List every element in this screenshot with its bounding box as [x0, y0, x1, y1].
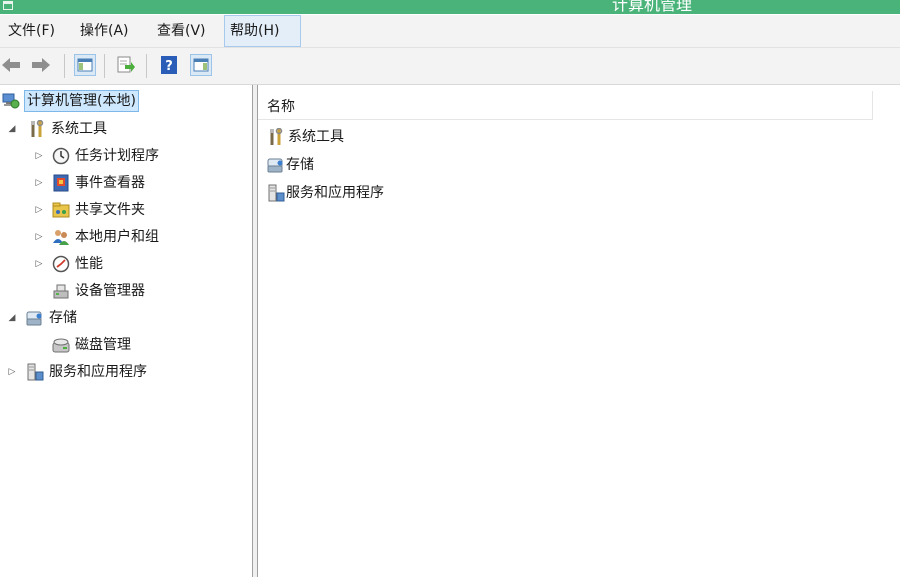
tree-item-system-tools[interactable]: ◢ 系统工具 [0, 117, 250, 141]
navigation-tree[interactable]: 计算机管理(本地) ◢ 系统工具 ▷ 任务计划程序 ▷ 事件查看器 ▷ 共享文件… [0, 85, 253, 577]
computer-management-icon [2, 92, 20, 110]
tree-item-device-manager[interactable]: 设备管理器 [0, 279, 250, 303]
collapsed-arrow-icon[interactable]: ▷ [33, 198, 45, 222]
shared-folders-icon [52, 201, 70, 219]
list-item-system-tools[interactable]: 系统工具 [267, 124, 344, 150]
window-title: 计算机管理 [612, 0, 693, 14]
details-list[interactable]: 名称 系统工具 存储 服务和应用程序 [258, 85, 900, 577]
collapsed-arrow-icon[interactable]: ▷ [33, 144, 45, 168]
export-list-icon[interactable] [114, 54, 136, 76]
toolbar-separator [146, 54, 147, 78]
disk-management-icon [52, 336, 70, 354]
services-applications-icon [26, 363, 44, 381]
window-system-icon[interactable] [3, 1, 13, 10]
expanded-arrow-icon[interactable]: ◢ [6, 117, 18, 141]
tree-item-disk-management[interactable]: 磁盘管理 [0, 333, 250, 357]
menu-help[interactable]: 帮助(H) [224, 15, 301, 47]
storage-icon [26, 309, 44, 327]
back-icon[interactable] [0, 54, 22, 76]
svg-text:?: ? [165, 59, 173, 74]
performance-icon [52, 255, 70, 273]
device-manager-icon [52, 282, 70, 300]
menu-file[interactable]: 文件(F) [3, 15, 60, 47]
help-icon[interactable]: ? [158, 54, 180, 76]
tree-item-local-users-groups[interactable]: ▷ 本地用户和组 [0, 225, 250, 249]
local-users-groups-icon [52, 228, 70, 246]
tree-item-task-scheduler[interactable]: ▷ 任务计划程序 [0, 144, 250, 168]
storage-icon [267, 156, 285, 174]
forward-icon[interactable] [30, 54, 52, 76]
expanded-arrow-icon[interactable]: ◢ [6, 306, 18, 330]
system-tools-icon [267, 127, 285, 146]
collapsed-arrow-icon[interactable]: ▷ [6, 360, 18, 384]
tree-item-shared-folders[interactable]: ▷ 共享文件夹 [0, 198, 250, 222]
menu-view[interactable]: 查看(V) [152, 15, 211, 47]
event-viewer-icon [52, 174, 70, 192]
column-header-name[interactable]: 名称 [258, 91, 873, 120]
collapsed-arrow-icon[interactable]: ▷ [33, 225, 45, 249]
tree-item-computer-management[interactable]: 计算机管理(本地) [2, 89, 139, 113]
tree-item-storage[interactable]: ◢ 存储 [0, 306, 250, 330]
task-scheduler-icon [52, 147, 70, 165]
collapsed-arrow-icon[interactable]: ▷ [33, 252, 45, 276]
system-tools-icon [28, 119, 46, 138]
show-hide-tree-icon[interactable] [74, 54, 96, 76]
collapsed-arrow-icon[interactable]: ▷ [33, 171, 45, 195]
tree-item-services-applications[interactable]: ▷ 服务和应用程序 [0, 360, 250, 384]
toolbar: ? [0, 48, 900, 85]
toolbar-separator [104, 54, 105, 78]
list-item-storage[interactable]: 存储 [267, 152, 314, 178]
show-hide-action-pane-icon[interactable] [190, 54, 212, 76]
toolbar-separator [64, 54, 65, 78]
list-item-services-applications[interactable]: 服务和应用程序 [267, 180, 384, 206]
menu-action[interactable]: 操作(A) [75, 15, 134, 47]
menu-bar: 文件(F) 操作(A) 查看(V) 帮助(H) [0, 15, 900, 48]
services-applications-icon [267, 184, 285, 202]
tree-item-event-viewer[interactable]: ▷ 事件查看器 [0, 171, 250, 195]
title-bar[interactable]: 计算机管理 [0, 0, 900, 14]
tree-item-performance[interactable]: ▷ 性能 [0, 252, 250, 276]
